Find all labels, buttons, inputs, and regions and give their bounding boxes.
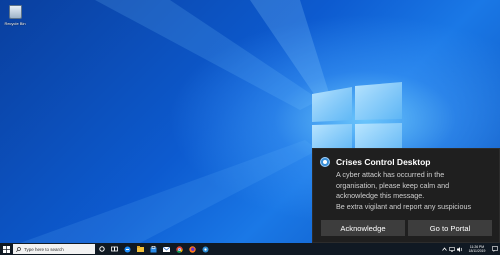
toast-message-line: A cyber attack has occurred in the (336, 170, 445, 179)
tray-overflow-button[interactable] (440, 243, 448, 255)
toast-title: Crises Control Desktop (336, 157, 431, 167)
mail-button[interactable] (160, 243, 173, 255)
firefox-button[interactable] (186, 243, 199, 255)
file-explorer-icon (137, 246, 144, 252)
toast-message: A cyber attack has occurred in the organ… (336, 170, 496, 212)
start-button[interactable] (0, 243, 12, 255)
taskbar-search-box[interactable]: Type here to search (13, 244, 95, 254)
network-button[interactable] (448, 243, 456, 255)
crises-control-button[interactable] (199, 243, 212, 255)
search-icon (16, 246, 21, 252)
file-explorer-button[interactable] (134, 243, 147, 255)
recycle-bin-label: Recycle Bin (4, 21, 26, 26)
task-view-icon (111, 246, 118, 252)
toast-message-line: acknowledge this message. (336, 191, 425, 200)
go-to-portal-button[interactable]: Go to Portal (408, 220, 492, 236)
toast-message-line: Be extra vigilant and report any suspici… (336, 201, 472, 211)
volume-button[interactable] (456, 243, 464, 255)
clock-date: 18/11/2019 (468, 249, 486, 253)
system-tray: 11:26 PM 18/11/2019 (440, 243, 500, 255)
chrome-button[interactable] (173, 243, 186, 255)
taskbar: Type here to search 11:26 PM 18/11/2019 (0, 243, 500, 255)
chrome-icon (176, 245, 183, 253)
edge-icon (124, 246, 131, 252)
search-placeholder: Type here to search (24, 246, 64, 252)
recycle-bin-icon (8, 5, 22, 19)
store-button[interactable] (147, 243, 160, 255)
cortana-icon (98, 246, 105, 252)
crises-control-icon (202, 246, 209, 252)
firefox-icon (189, 245, 196, 253)
toast-notification[interactable]: Crises Control Desktop A cyber attack ha… (312, 148, 500, 243)
network-icon (449, 246, 455, 252)
task-view-button[interactable] (108, 243, 121, 255)
recycle-bin-shortcut[interactable]: Recycle Bin (2, 4, 28, 30)
notification-icon (492, 246, 498, 252)
chevron-up-icon (441, 247, 447, 251)
toast-message-line: organisation, please keep calm and (336, 180, 450, 190)
store-icon (150, 245, 157, 252)
volume-icon (457, 246, 463, 252)
mail-icon (163, 246, 170, 252)
edge-button[interactable] (121, 243, 134, 255)
acknowledge-button[interactable]: Acknowledge (321, 220, 405, 236)
windows-start-icon (2, 245, 10, 253)
action-center-button[interactable] (490, 243, 500, 255)
cortana-button[interactable] (95, 243, 108, 255)
crises-control-app-icon (320, 157, 330, 167)
taskbar-clock[interactable]: 11:26 PM 18/11/2019 (464, 245, 490, 253)
